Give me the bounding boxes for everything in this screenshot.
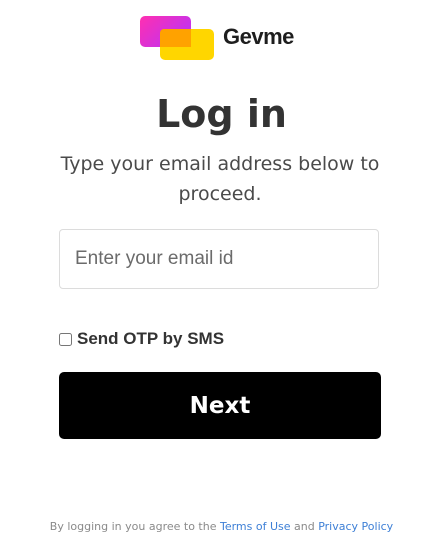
- legal-notice-conjunction: and: [290, 520, 319, 533]
- next-button[interactable]: Next: [59, 372, 381, 439]
- brand-name: Gevme: [223, 24, 294, 49]
- terms-of-use-link[interactable]: Terms of Use: [220, 520, 291, 533]
- send-otp-checkbox[interactable]: [59, 332, 72, 346]
- send-otp-label[interactable]: Send OTP by SMS: [77, 329, 224, 349]
- page-subtitle: Type your email address below to proceed…: [60, 153, 380, 205]
- page-title: Log in: [156, 92, 287, 136]
- logo-overlap: [160, 29, 191, 47]
- email-field[interactable]: [59, 229, 379, 289]
- legal-notice: By logging in you agree to the Terms of …: [0, 520, 443, 533]
- gevme-logo-icon: [139, 15, 215, 61]
- gevme-logo: Gevme: [139, 15, 301, 61]
- send-otp-option[interactable]: Send OTP by SMS: [58, 328, 224, 350]
- privacy-policy-link[interactable]: Privacy Policy: [318, 520, 393, 533]
- legal-notice-text: By logging in you agree to the: [49, 520, 220, 533]
